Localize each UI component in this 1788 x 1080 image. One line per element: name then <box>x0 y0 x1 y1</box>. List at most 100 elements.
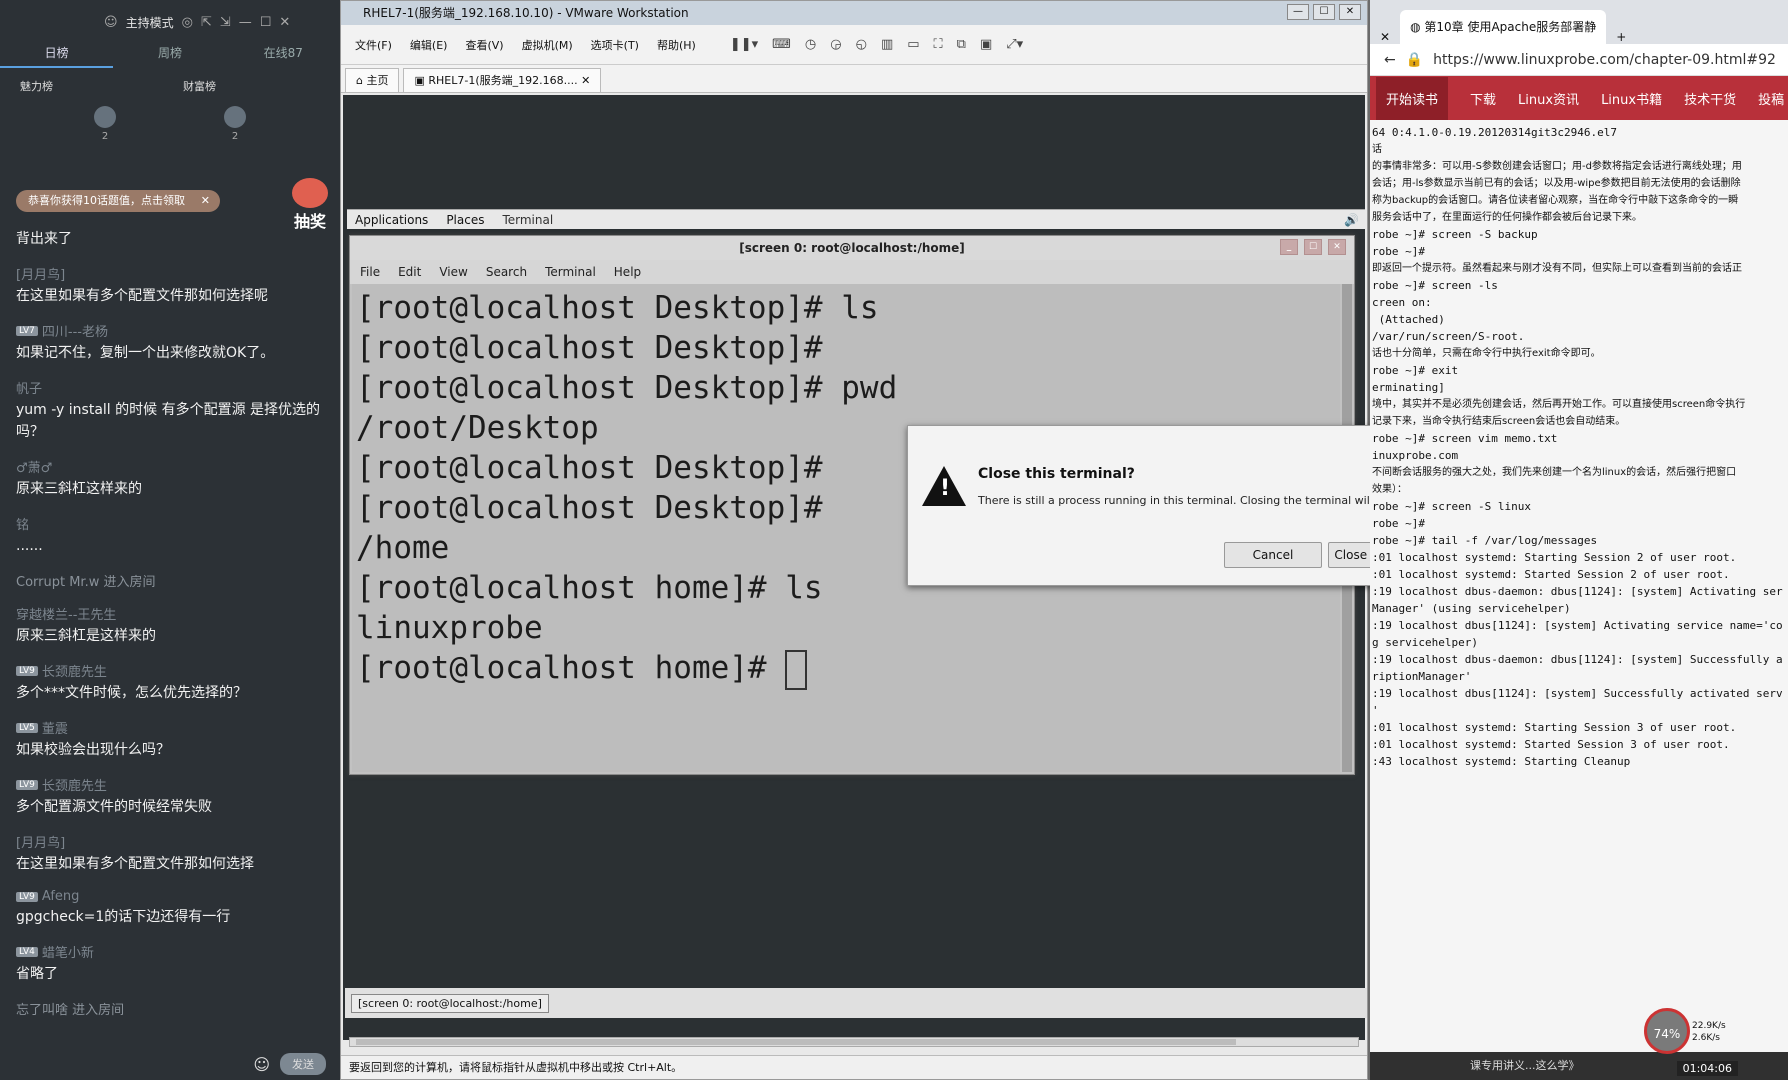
menu-view[interactable]: 查看(V) <box>465 37 503 53</box>
vm-icon: ▣ <box>414 74 429 87</box>
console-view-icon[interactable]: ▭ <box>907 37 919 52</box>
chat-username[interactable]: [月月鸟] <box>16 264 332 283</box>
tab-daily[interactable]: 日榜 <box>0 44 114 68</box>
volume-icon[interactable]: 🔊 <box>1344 213 1359 227</box>
menu-terminal[interactable]: Terminal <box>545 260 596 284</box>
horizontal-scrollbar[interactable] <box>349 1037 1359 1047</box>
nav-submit[interactable]: 投稿 <box>1758 89 1784 108</box>
send-keys-icon[interactable]: ⌨ <box>772 37 791 52</box>
fullscreen-icon[interactable]: ⛶ <box>934 37 943 52</box>
code-line: 64 0:4.1.0-0.19.20120314git3c2946.el7 <box>1372 126 1618 139</box>
top-user[interactable]: 2 <box>94 106 116 142</box>
snapshot-manager-icon[interactable]: ◵ <box>856 37 867 52</box>
chat-username[interactable]: LV5 董震 <box>16 718 332 737</box>
toolbar: ❚❚▾ ⌨ ◷ ◶ ◵ ▥ ▭ ⛶ ⧉ ▣ ⤢▾ <box>730 37 1023 52</box>
chat-message-text: 原来三斜杠这样来的 <box>16 481 142 497</box>
back-icon[interactable]: ← <box>1384 52 1396 68</box>
code-line: :19 localhost dbus-daemon: dbus[1124]: [… <box>1372 653 1783 666</box>
revert-snapshot-icon[interactable]: ◶ <box>830 37 841 52</box>
tab-vm[interactable]: ▣ RHEL7-1(服务端_192.168.... ✕ <box>403 68 602 92</box>
nav-tech[interactable]: 技术干货 <box>1684 89 1736 108</box>
code-line: g servicehelper) <box>1372 636 1478 649</box>
maximize-icon[interactable]: ☐ <box>1313 4 1335 20</box>
minimize-icon[interactable]: — <box>239 15 252 30</box>
settings-icon[interactable]: ◎ <box>182 15 193 30</box>
chat-message-text: 多个***文件时候，怎么优先选择的？ <box>16 685 247 701</box>
sidebar-icon[interactable]: ▥ <box>881 37 893 52</box>
top-user[interactable]: 2 <box>224 106 246 142</box>
menu-edit[interactable]: Edit <box>398 260 421 284</box>
address-bar[interactable]: ← 🔒 https://www.linuxprobe.com/chapter-0… <box>1370 44 1788 76</box>
status-bar: 要返回到您的计算机，请将鼠标指针从虚拟机中移出或按 Ctrl+Alt。 <box>341 1055 1367 1079</box>
lottery-button[interactable]: 抽奖 <box>288 178 332 231</box>
close-icon[interactable]: ✕ <box>581 74 590 87</box>
browser-tab-strip: ✕ ◍ 第10章 使用Apache服务部署静 + <box>1370 0 1788 44</box>
nav-linux-news[interactable]: Linux资讯 <box>1518 89 1579 108</box>
chat-message: LV9 长颈鹿先生 多个***文件时候，怎么优先选择的？ <box>16 661 332 704</box>
close-icon[interactable]: ✕ <box>279 15 290 30</box>
menu-file[interactable]: File <box>360 260 380 284</box>
new-tab-icon[interactable]: + <box>1616 30 1626 44</box>
menu-search[interactable]: Search <box>486 260 527 284</box>
pause-icon[interactable]: ❚❚▾ <box>730 37 758 52</box>
chat-username[interactable]: LV4 蜡笔小新 <box>16 942 332 961</box>
browser-tab[interactable]: ◍ 第10章 使用Apache服务部署静 <box>1400 10 1607 44</box>
stretch-icon[interactable]: ⤢▾ <box>1006 37 1023 52</box>
scrollbar-thumb[interactable] <box>356 1039 1236 1045</box>
nav-start-reading[interactable]: 开始读书 <box>1376 76 1449 120</box>
places-menu[interactable]: Places <box>446 213 484 227</box>
applications-menu[interactable]: Applications <box>355 213 428 227</box>
code-line: robe ~]# screen -ls <box>1372 279 1498 292</box>
menu-help[interactable]: 帮助(H) <box>657 37 696 53</box>
share-icon[interactable]: ⇲ <box>220 15 231 30</box>
reward-toast[interactable]: 恭喜你获得10话题值，点击领取 ✕ <box>16 190 220 212</box>
close-icon[interactable]: ✕ <box>201 190 210 212</box>
cpu-usage-ring[interactable]: 74% <box>1644 1008 1690 1054</box>
snapshot-icon[interactable]: ◷ <box>805 37 816 52</box>
chat-username[interactable]: 穿越楼兰--王先生 <box>16 604 332 623</box>
chat-username[interactable]: ♂萧♂ <box>16 457 332 476</box>
popout-icon[interactable]: ⇱ <box>201 15 212 30</box>
chat-message: 铭...... <box>16 514 332 557</box>
chat-username[interactable]: 忘了叫啥 进入房间 <box>16 999 332 1018</box>
minimize-icon[interactable]: — <box>1287 4 1309 20</box>
chat-username[interactable]: 铭 <box>16 514 332 533</box>
cancel-button[interactable]: Cancel <box>1224 542 1322 568</box>
close-icon[interactable]: ✕ <box>1328 239 1346 255</box>
tab-home[interactable]: ⌂ 主页 <box>345 68 400 92</box>
chat-username[interactable]: LV9 Afeng <box>16 889 332 904</box>
menu-edit[interactable]: 编辑(E) <box>410 37 448 53</box>
maximize-icon[interactable]: ☐ <box>1304 239 1322 255</box>
close-icon[interactable]: ✕ <box>1380 30 1390 44</box>
menu-tabs[interactable]: 选项卡(T) <box>591 37 639 53</box>
menu-vm[interactable]: 虚拟机(M) <box>522 37 573 53</box>
close-icon[interactable]: ✕ <box>1339 4 1361 20</box>
code-line: riptionManager' <box>1372 670 1472 683</box>
tab-weekly[interactable]: 周榜 <box>113 44 226 68</box>
chat-username[interactable]: LV9 长颈鹿先生 <box>16 661 332 680</box>
paragraph-line: 记录下来，当命令执行结束后screen会话也会自动结束。 <box>1372 416 1626 427</box>
taskbar-terminal-item[interactable]: [screen 0: root@localhost:/home] <box>351 993 549 1013</box>
code-line: robe ~]# screen vim memo.txt <box>1372 432 1558 445</box>
nav-linux-books[interactable]: Linux书籍 <box>1601 89 1662 108</box>
minimize-icon[interactable]: _ <box>1280 239 1298 255</box>
chat-username[interactable]: LV9 长颈鹿先生 <box>16 775 332 794</box>
chat-username[interactable]: 帆子 <box>16 378 332 397</box>
chat-username[interactable]: LV7 四川---老杨 <box>16 321 332 340</box>
code-line: /var/run/screen/S-root. <box>1372 330 1525 343</box>
send-button[interactable]: 发送 <box>280 1053 326 1075</box>
unity-icon[interactable]: ⧉ <box>957 37 966 52</box>
menu-view[interactable]: View <box>439 260 467 284</box>
menu-file[interactable]: 文件(F) <box>355 37 392 53</box>
chat-username[interactable]: Corrupt Mr.w 进入房间 <box>16 571 332 590</box>
maximize-icon[interactable]: ☐ <box>260 15 272 30</box>
emoji-icon[interactable]: ☺ <box>253 1055 270 1074</box>
nav-download[interactable]: 下载 <box>1470 89 1496 108</box>
terminal-icon[interactable]: ▣ <box>980 37 992 52</box>
code-line: robe ~]# screen -S backup <box>1372 228 1538 241</box>
chat-username[interactable]: [月月鸟] <box>16 832 332 851</box>
level-badge: LV9 <box>16 665 38 676</box>
menu-help[interactable]: Help <box>614 260 641 284</box>
tab-online[interactable]: 在线87 <box>227 44 340 68</box>
paragraph-line: 不间断会话服务的强大之处，我们先来创建一个名为linux的会话，然后强行把窗口 <box>1372 467 1737 478</box>
